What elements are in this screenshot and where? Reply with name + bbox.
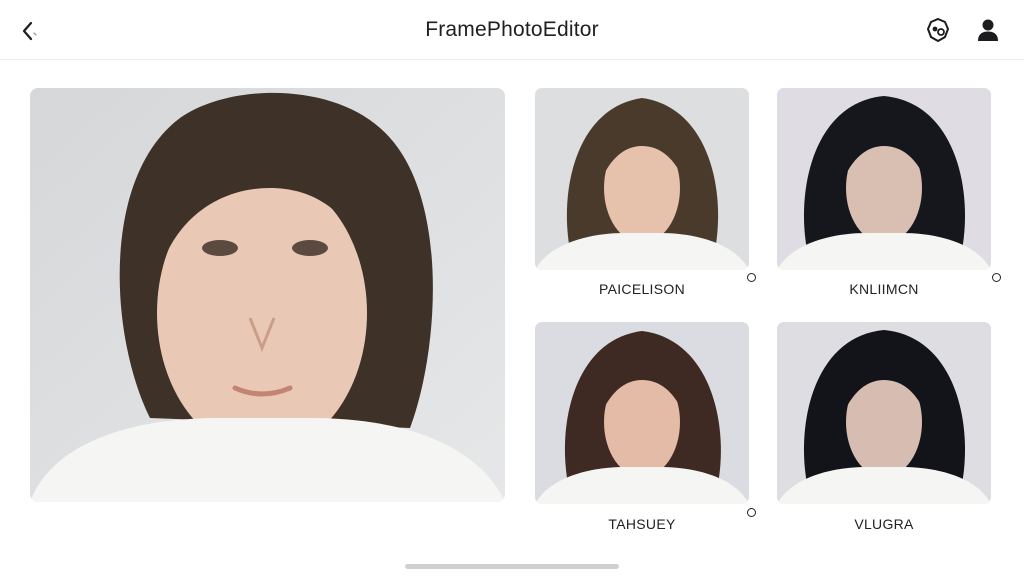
style-label: PAICELISON [599,281,685,297]
style-label: TAHSUEY [608,516,676,532]
portrait-image [30,88,505,502]
portrait-thumbnail [777,322,991,504]
style-label: VLUGRA [854,516,914,532]
style-label: KNLIIMCN [849,281,919,297]
profile-button[interactable] [975,17,1001,43]
main-photo [30,88,505,502]
style-thumbnail[interactable] [777,88,991,270]
style-thumbnail[interactable] [535,322,749,504]
app-header: FramePhotoEditor [0,0,1024,60]
badge-settings-icon [926,17,950,43]
style-thumbnail[interactable] [535,88,749,270]
style-thumbnail[interactable] [777,322,991,504]
style-select-radio[interactable] [747,273,756,282]
style-select-radio[interactable] [992,273,1001,282]
style-select-radio[interactable] [747,508,756,517]
portrait-thumbnail [777,88,991,270]
user-icon [978,19,998,41]
home-indicator[interactable] [405,564,619,569]
badge-settings-button[interactable] [925,17,951,43]
portrait-thumbnail [535,322,749,504]
portrait-thumbnail [535,88,749,270]
page-title: FramePhotoEditor [425,18,599,41]
